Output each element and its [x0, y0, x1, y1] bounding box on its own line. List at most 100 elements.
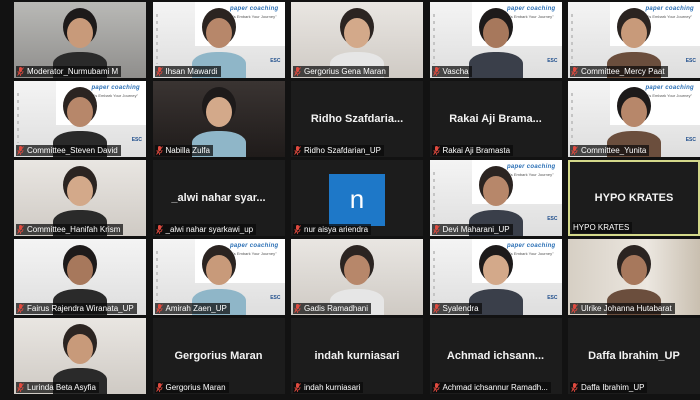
esc-logo: ESC [685, 58, 696, 64]
participant-display-name: indah kurniasari [314, 349, 400, 362]
participant-name-label: Daffa Ibrahim_UP [570, 382, 648, 393]
participant-tile[interactable]: Rakai Aji Brama... Rakai Aji Bramasta [429, 81, 562, 157]
muted-mic-icon [155, 225, 163, 234]
participant-display-name: Achmad ichsann... [446, 349, 545, 362]
participant-tile[interactable]: indah kurniasari indah kurniasari [291, 318, 423, 394]
esc-logo: ESC [685, 137, 696, 143]
muted-mic-icon [432, 67, 440, 76]
participant-display-name: HYPO KRATES [594, 192, 674, 205]
participant-name: Syalendra [442, 304, 479, 313]
participant-name-label: Achmad ichsannur Ramadh... [431, 382, 551, 393]
muted-mic-icon [294, 225, 301, 234]
poster-decoration [571, 14, 573, 64]
participant-name: indah kurniasari [304, 383, 361, 392]
participant-tile[interactable]: Ulrike Johanna Hutabarat [568, 239, 700, 315]
face [482, 255, 509, 285]
muted-mic-icon [571, 383, 578, 392]
participant-name: Vascha [442, 67, 469, 76]
participant-name-label: Committee_Yunita [570, 145, 650, 156]
participant-name-label: HYPO KRATES [572, 222, 633, 233]
face [482, 18, 509, 48]
participant-tile[interactable]: HYPO KRATES HYPO KRATES [568, 160, 700, 236]
esc-logo: ESC [547, 295, 558, 301]
participant-tile[interactable]: paper coaching "Let's Embark Your Journey… [429, 239, 562, 315]
participant-name: Rakai Aji Bramasta [442, 146, 511, 155]
participant-name: Gadis Ramadhani [304, 304, 369, 313]
participant-display-name: Ridho Szafdaria... [310, 112, 404, 125]
participant-name-label: Fairus Rajendra Wiranata_UP [16, 303, 137, 314]
participant-name-label: Devi Maharani_UP [431, 224, 513, 235]
face [67, 176, 93, 206]
participant-tile[interactable]: n nur aisya ariendra [291, 160, 423, 236]
muted-mic-icon [294, 67, 301, 76]
muted-mic-icon [155, 146, 163, 155]
participant-tile[interactable]: Daffa Ibrahim_UP Daffa Ibrahim_UP [568, 318, 700, 394]
muted-mic-icon [155, 67, 163, 76]
participant-tile[interactable]: Gergorius Gena Maran [291, 2, 423, 78]
face [67, 18, 93, 48]
face [205, 255, 232, 285]
participant-tile[interactable]: Committee_Hanifah Krism [14, 160, 146, 236]
face [344, 255, 370, 285]
participant-name-label: Gadis Ramadhani [293, 303, 372, 314]
participant-display-name: Rakai Aji Brama... [449, 112, 542, 125]
esc-logo: ESC [547, 58, 558, 64]
muted-mic-icon [155, 304, 163, 313]
participant-name-label: Nabilla Zulfa [154, 145, 213, 156]
participant-name: Committee_Yunita [581, 146, 647, 155]
participant-tile[interactable]: Fairus Rajendra Wiranata_UP [14, 239, 146, 315]
participant-tile[interactable]: paper coaching "Let's Embark Your Journey… [568, 2, 700, 78]
participant-name-label: Vascha [431, 66, 472, 77]
participant-silhouette [468, 2, 523, 78]
participant-tile[interactable]: _alwi nahar syar... _alwi nahar syarkawi_… [152, 160, 285, 236]
participant-name: Moderator_Nurmubami M [27, 67, 119, 76]
participant-tile[interactable]: Gergorius Maran Gergorius Maran [152, 318, 285, 394]
participant-name-label: Moderator_Nurmubami M [16, 66, 122, 77]
participant-name: Ihsan Mawardi [165, 67, 218, 76]
muted-mic-icon [17, 383, 24, 392]
participant-name-label: Syalendra [431, 303, 482, 314]
participant-name: Devi Maharani_UP [442, 225, 510, 234]
muted-mic-icon [432, 225, 440, 234]
participant-tile[interactable]: Moderator_Nurmubami M [14, 2, 146, 78]
participant-name: Achmad ichsannur Ramadh... [442, 383, 548, 392]
participant-tile[interactable]: Achmad ichsann... Achmad ichsannur Ramadh… [429, 318, 562, 394]
poster-decoration [155, 14, 158, 64]
poster-decoration [571, 93, 573, 143]
participant-name: Amirah Zaen_UP [165, 304, 227, 313]
participant-name-label: Committee_Steven David [16, 145, 121, 156]
avatar: n [329, 174, 385, 226]
participant-tile[interactable]: Gadis Ramadhani [291, 239, 423, 315]
participant-name-label: Amirah Zaen_UP [154, 303, 230, 314]
muted-mic-icon [571, 304, 578, 313]
muted-mic-icon [17, 304, 24, 313]
esc-logo: ESC [547, 216, 558, 222]
muted-mic-icon [432, 146, 440, 155]
participant-tile[interactable]: Lurinda Beta Asyfia [14, 318, 146, 394]
participant-tile[interactable]: paper coaching "Let's Embark Your Journey… [568, 81, 700, 157]
muted-mic-icon [17, 225, 24, 234]
participant-display-name: Gergorius Maran [174, 349, 263, 362]
face [482, 176, 509, 206]
participant-tile[interactable]: Nabilla Zulfa [152, 81, 285, 157]
participant-name-label: Ihsan Mawardi [154, 66, 221, 77]
face [621, 255, 647, 285]
participant-tile[interactable]: paper coaching "Let's Embark Your Journey… [429, 2, 562, 78]
participant-name: Nabilla Zulfa [165, 146, 210, 155]
poster-decoration [17, 93, 19, 143]
participant-name: Committee_Mercy Paat [581, 67, 665, 76]
participant-name-label: Ulrike Johanna Hutabarat [570, 303, 675, 314]
participant-tile[interactable]: paper coaching "Let's Embark Your Journey… [429, 160, 562, 236]
muted-mic-icon [432, 383, 440, 392]
participant-tile[interactable]: paper coaching "Let's Embark Your Journey… [14, 81, 146, 157]
participant-tile[interactable]: Ridho Szafdaria... Ridho Szafdarian_UP [291, 81, 423, 157]
participant-tile[interactable]: paper coaching "Let's Embark Your Journey… [152, 239, 285, 315]
participant-tile[interactable]: paper coaching "Let's Embark Your Journey… [152, 2, 285, 78]
esc-logo: ESC [270, 295, 281, 301]
face [205, 18, 232, 48]
muted-mic-icon [294, 383, 301, 392]
poster-decoration [432, 14, 435, 64]
muted-mic-icon [17, 67, 24, 76]
face [67, 97, 93, 127]
poster-decoration [432, 172, 435, 222]
